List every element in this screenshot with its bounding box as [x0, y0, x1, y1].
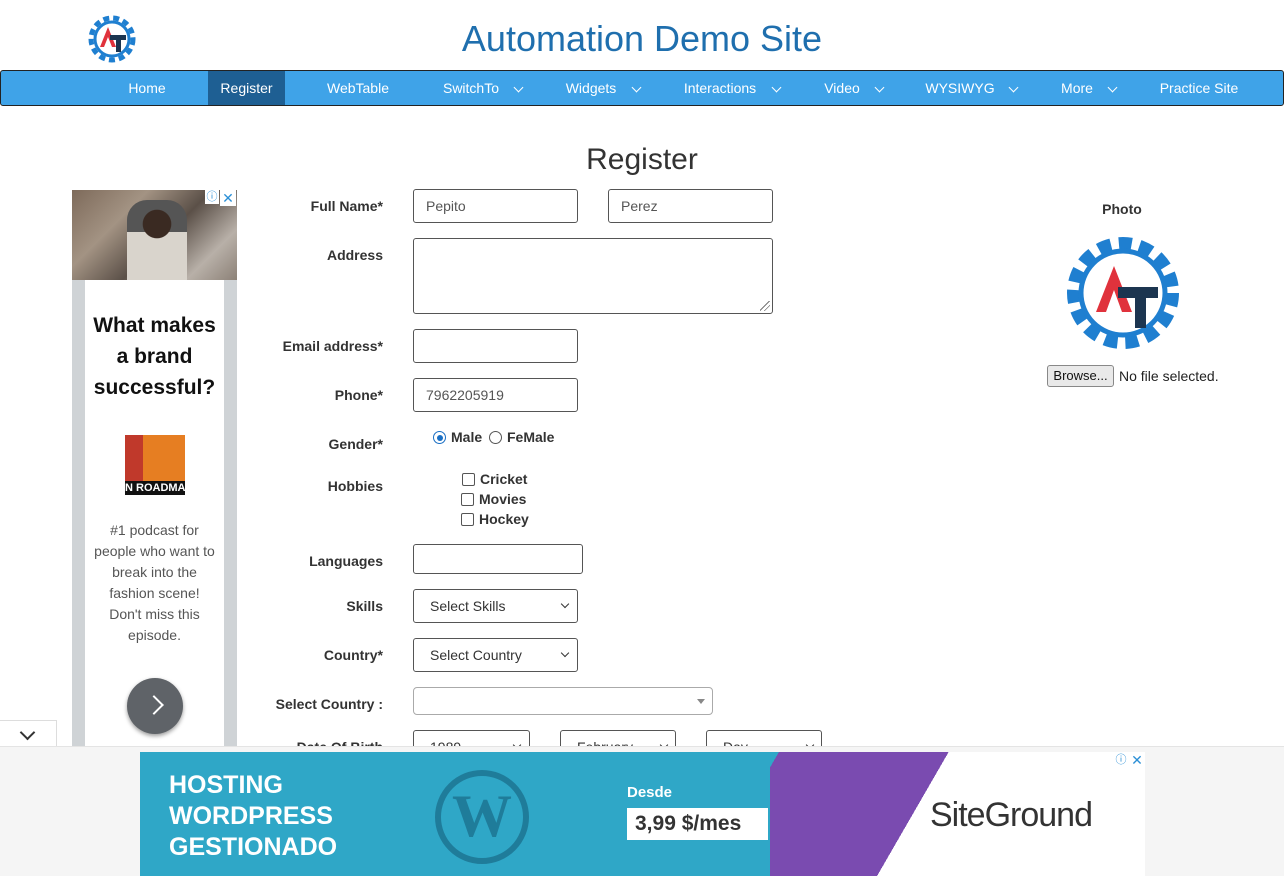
- gender-label: Gender*: [328, 436, 383, 452]
- gender-female-radio[interactable]: [489, 431, 502, 444]
- gender-male-radio[interactable]: [433, 431, 446, 444]
- browse-file-button[interactable]: Browse...: [1047, 365, 1114, 387]
- resize-handle-icon[interactable]: [760, 301, 770, 311]
- country-select[interactable]: Select Country: [413, 638, 578, 672]
- bottom-ad-close-icon[interactable]: ✕: [1129, 752, 1145, 768]
- email-label: Email address*: [282, 338, 383, 354]
- ad-hosting-line-1: HOSTING: [169, 771, 283, 799]
- nav-register[interactable]: Register: [208, 71, 285, 105]
- phone-input[interactable]: 7962205919: [413, 378, 578, 412]
- ad-headline[interactable]: What makes a brand successful?: [85, 310, 224, 403]
- hobby-movies-checkbox[interactable]: [461, 493, 474, 506]
- hobby-cricket-checkbox[interactable]: [462, 473, 475, 486]
- wysiwyg-chevron-down-icon[interactable]: [1008, 82, 1019, 93]
- skills-label: Skills: [346, 598, 383, 614]
- nav-video[interactable]: Video: [811, 71, 873, 105]
- ad-card[interactable]: What makes a brand successful? N ROADMAN…: [85, 280, 224, 750]
- ad-description: #1 podcast for people who want to break …: [94, 522, 215, 643]
- hobby-movies-label[interactable]: Movies: [479, 491, 526, 507]
- hobby-cricket-label[interactable]: Cricket: [480, 471, 527, 487]
- address-label: Address: [326, 247, 383, 263]
- wordpress-logo-icon: W: [435, 770, 529, 864]
- ad-next-arrow-button[interactable]: [127, 678, 183, 734]
- first-name-input[interactable]: Pepito: [413, 189, 578, 223]
- skills-chevron-down-icon: [560, 599, 570, 609]
- collapse-ad-chevron-icon[interactable]: [0, 720, 57, 748]
- gender-male-label[interactable]: Male: [451, 429, 482, 445]
- left-ad[interactable]: What makes a brand successful? N ROADMAN…: [72, 190, 237, 750]
- bottom-ad-banner[interactable]: HOSTING WORDPRESS GESTIONADO W Desde 3,9…: [140, 752, 1145, 876]
- country-label: Country*: [323, 647, 383, 663]
- nav-switchto[interactable]: SwitchTo: [431, 71, 511, 105]
- address-textarea[interactable]: [413, 238, 773, 314]
- hobbies-label: Hobbies: [327, 478, 383, 494]
- gender-female-label[interactable]: FeMale: [507, 429, 554, 445]
- phone-label: Phone*: [334, 387, 383, 403]
- languages-label: Languages: [309, 553, 383, 569]
- main-navbar: Home Register WebTable SwitchTo Widgets …: [0, 70, 1284, 106]
- nav-more[interactable]: More: [1049, 71, 1105, 105]
- widgets-chevron-down-icon[interactable]: [631, 82, 642, 93]
- interactions-chevron-down-icon[interactable]: [771, 82, 782, 93]
- country-selected-value: Select Country: [430, 647, 522, 663]
- ad-hosting-line-2: WORDPRESS: [169, 802, 333, 830]
- nav-webtable[interactable]: WebTable: [311, 71, 405, 105]
- file-status-text: No file selected.: [1119, 368, 1219, 384]
- page-title: Register: [586, 143, 698, 176]
- last-name-input[interactable]: Perez: [608, 189, 773, 223]
- languages-multiselect[interactable]: [413, 544, 583, 574]
- select-country-arrow-icon: [697, 699, 705, 704]
- select-country-combobox[interactable]: [413, 687, 713, 715]
- ad-price: 3,99 $/mes: [627, 808, 768, 840]
- ad-thumbnail-text: N ROADMAN: [125, 481, 185, 495]
- full-name-label: Full Name*: [310, 198, 383, 214]
- more-chevron-down-icon[interactable]: [1107, 82, 1118, 93]
- skills-select[interactable]: Select Skills: [413, 589, 578, 623]
- video-chevron-down-icon[interactable]: [874, 82, 885, 93]
- adchoices-icon[interactable]: ⓘ: [205, 190, 219, 204]
- ad-thumbnail[interactable]: N ROADMAN: [125, 435, 185, 495]
- profile-photo-logo: [1067, 237, 1179, 349]
- ad-desde-text: Desde: [627, 784, 673, 801]
- hobby-hockey-checkbox[interactable]: [461, 513, 474, 526]
- ad-hosting-text: HOSTING WORDPRESS GESTIONADO: [169, 770, 337, 863]
- skills-selected-value: Select Skills: [430, 598, 506, 614]
- photo-label: Photo: [1102, 201, 1142, 217]
- ad-hosting-line-3: GESTIONADO: [169, 833, 338, 861]
- country-chevron-down-icon: [560, 648, 570, 658]
- bottom-adchoices-icon[interactable]: ⓘ: [1114, 753, 1128, 767]
- select-country-label: Select Country :: [275, 696, 383, 712]
- siteground-logo: SiteGround: [930, 796, 1093, 834]
- nav-practice-site[interactable]: Practice Site: [1149, 71, 1249, 105]
- ad-person-image: [127, 200, 187, 280]
- nav-widgets[interactable]: Widgets: [554, 71, 628, 105]
- nav-wysiwyg[interactable]: WYSIWYG: [915, 71, 1005, 105]
- hobby-hockey-label[interactable]: Hockey: [479, 511, 529, 527]
- nav-home[interactable]: Home: [107, 71, 187, 105]
- switchto-chevron-down-icon[interactable]: [513, 82, 524, 93]
- email-input[interactable]: [413, 329, 578, 363]
- site-title: Automation Demo Site: [461, 18, 823, 59]
- nav-interactions[interactable]: Interactions: [670, 71, 770, 105]
